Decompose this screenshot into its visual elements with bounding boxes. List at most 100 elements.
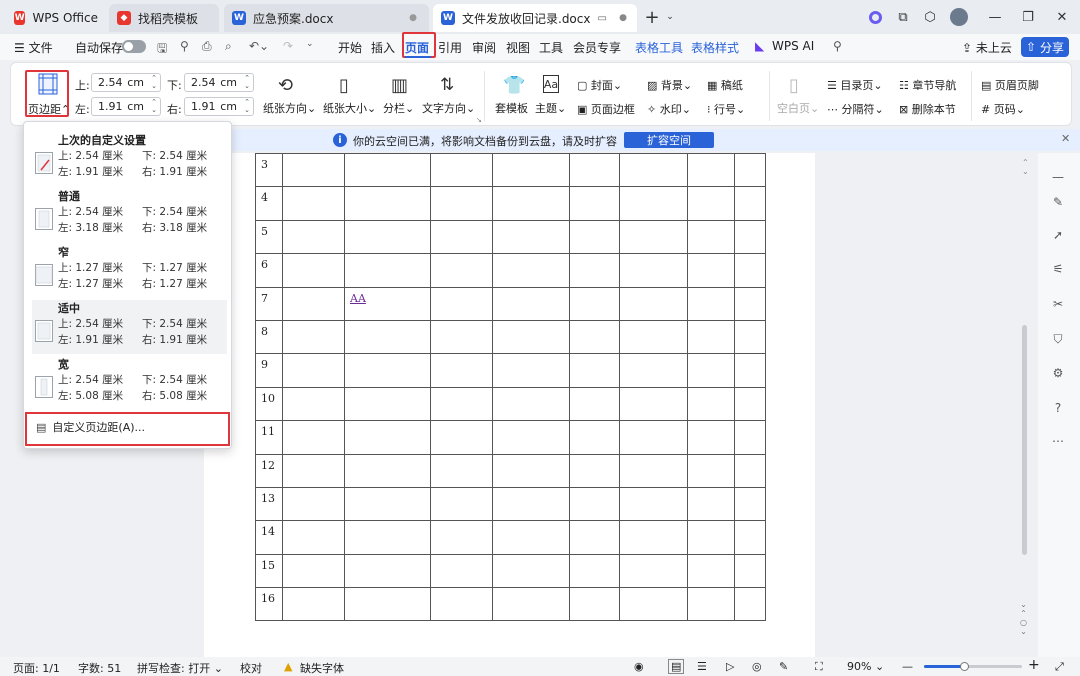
custom-margins-item[interactable]: ▤ 自定义页边距(A)... — [36, 419, 145, 435]
print-icon[interactable]: ⎙ — [202, 39, 212, 54]
tab-file-record[interactable]: W 文件发放收回记录.docx ▭ ● — [433, 4, 637, 32]
avatar[interactable] — [949, 7, 969, 27]
table-cell[interactable] — [430, 453, 493, 488]
missing-font[interactable]: 缺失字体 — [300, 660, 344, 676]
more-chevron-icon[interactable]: ⌄ — [306, 39, 314, 49]
row-number-cell[interactable]: 9 — [255, 353, 283, 388]
eye-icon[interactable]: ◉ — [634, 660, 644, 673]
menu-start[interactable]: 开始 — [338, 39, 362, 56]
table-cell[interactable] — [282, 219, 345, 255]
table-cell[interactable] — [282, 587, 345, 622]
row-number-cell[interactable]: 10 — [255, 386, 283, 422]
table-cell[interactable] — [734, 219, 766, 255]
table-cell[interactable] — [492, 453, 570, 488]
table-cell[interactable] — [569, 353, 620, 388]
row-number-cell[interactable]: 8 — [255, 319, 283, 355]
row-number-cell[interactable]: 16 — [255, 587, 283, 622]
background-button[interactable]: ▨ 背景 ⌄ — [647, 77, 692, 93]
table-cell[interactable] — [687, 319, 735, 355]
table-cell[interactable] — [282, 286, 345, 321]
margin-preset-3[interactable]: 适中 上: 2.54 厘米 下: 2.54 厘米 左: 1.91 厘米 右: 1.91 … — [32, 300, 227, 354]
table-cell[interactable] — [344, 319, 431, 355]
table-row[interactable]: 9 — [255, 353, 766, 388]
table-cell[interactable] — [619, 453, 688, 488]
row-number-cell[interactable]: 7 — [255, 286, 283, 321]
window-icon[interactable]: ⧉ — [893, 7, 913, 27]
table-cell[interactable] — [734, 386, 766, 422]
table-cell[interactable] — [569, 553, 620, 589]
table-cell[interactable] — [619, 486, 688, 522]
tab-wps-office[interactable]: W WPS Office — [6, 4, 106, 32]
wps-ai-icon[interactable]: ◣ — [755, 39, 764, 53]
table-cell[interactable] — [430, 486, 493, 522]
text-direction-button[interactable]: ⇅ 文字方向 ⌄ — [422, 73, 476, 119]
table-cell[interactable] — [492, 520, 570, 555]
table-cell[interactable] — [619, 319, 688, 355]
table-cell[interactable] — [344, 553, 431, 589]
menu-review[interactable]: 审阅 — [472, 39, 496, 56]
table-cell[interactable] — [344, 520, 431, 555]
expand-space-button[interactable]: 扩容空间 — [624, 132, 714, 148]
word-count[interactable]: 字数: 51 — [78, 660, 121, 676]
table-row[interactable]: 15 — [255, 553, 766, 589]
table-cell[interactable] — [687, 219, 735, 255]
line-number-button[interactable]: ⁝ 行号 ⌄ — [707, 101, 745, 117]
toc-page-button[interactable]: ☰ 目录页 ⌄ — [827, 77, 883, 93]
table-cell[interactable]: AA — [344, 286, 431, 321]
table-cell[interactable] — [619, 219, 688, 255]
table-cell[interactable] — [687, 453, 735, 488]
table-cell[interactable] — [687, 587, 735, 622]
table-cell[interactable] — [430, 152, 493, 188]
outline-icon[interactable]: ☰ — [697, 660, 707, 673]
table-cell[interactable] — [430, 553, 493, 589]
table-cell[interactable] — [734, 587, 766, 622]
table-cell[interactable] — [734, 520, 766, 555]
table-cell[interactable] — [282, 253, 345, 288]
table-cell[interactable] — [734, 553, 766, 589]
table-cell[interactable] — [619, 353, 688, 388]
table-cell[interactable] — [430, 286, 493, 321]
copilot-icon[interactable] — [865, 7, 885, 27]
table-cell[interactable] — [344, 152, 431, 188]
table-cell[interactable] — [492, 420, 570, 455]
scroll-up-icon[interactable]: ⌃ ⌄ — [1022, 158, 1029, 176]
table-cell[interactable] — [569, 386, 620, 422]
table-cell[interactable] — [569, 453, 620, 488]
table-row[interactable]: 12 — [255, 453, 766, 488]
print-preview-icon[interactable]: ⌕ — [225, 39, 232, 54]
table-cell[interactable] — [619, 553, 688, 589]
table-cell[interactable] — [344, 353, 431, 388]
table-cell[interactable] — [619, 386, 688, 422]
new-tab-icon[interactable]: + — [642, 7, 662, 28]
page-view-icon[interactable]: ▤ — [668, 659, 685, 674]
table-cell[interactable] — [687, 286, 735, 321]
sliders-icon[interactable]: ⚟ — [1048, 259, 1068, 279]
chevron-down-icon[interactable]: ⌄ — [660, 7, 680, 27]
table-cell[interactable] — [569, 486, 620, 522]
table-cell[interactable] — [569, 186, 620, 221]
table-cell[interactable] — [687, 553, 735, 589]
menu-tools[interactable]: 工具 — [539, 39, 563, 56]
section-break-button[interactable]: ⋯ 分隔符 ⌄ — [827, 101, 884, 117]
table-cell[interactable] — [492, 152, 570, 188]
columns-button[interactable]: ▥ 分栏 ⌄ — [383, 73, 419, 119]
minimize-icon[interactable]: — — [985, 7, 1005, 27]
fit-icon[interactable]: ⛶ — [815, 660, 823, 674]
table-cell[interactable] — [569, 587, 620, 622]
table-row[interactable]: 16 — [255, 587, 766, 622]
row-number-cell[interactable]: 11 — [255, 420, 283, 455]
page-border-button[interactable]: ▣ 页面边框 — [577, 101, 635, 117]
table-cell[interactable] — [687, 253, 735, 288]
table-cell[interactable] — [492, 386, 570, 422]
table-cell[interactable] — [734, 420, 766, 455]
maximize-icon[interactable]: ❐ — [1018, 7, 1038, 27]
table-cell[interactable] — [344, 420, 431, 455]
table-cell[interactable] — [430, 219, 493, 255]
menu-table-tools[interactable]: 表格工具 — [635, 39, 683, 56]
table-cell[interactable] — [344, 486, 431, 522]
table-cell[interactable] — [619, 520, 688, 555]
redo-icon[interactable]: ↷ — [283, 39, 293, 53]
table-cell[interactable] — [344, 219, 431, 255]
menu-wps-ai[interactable]: WPS AI — [772, 39, 814, 53]
more-icon[interactable]: ⋯ — [1048, 431, 1068, 451]
